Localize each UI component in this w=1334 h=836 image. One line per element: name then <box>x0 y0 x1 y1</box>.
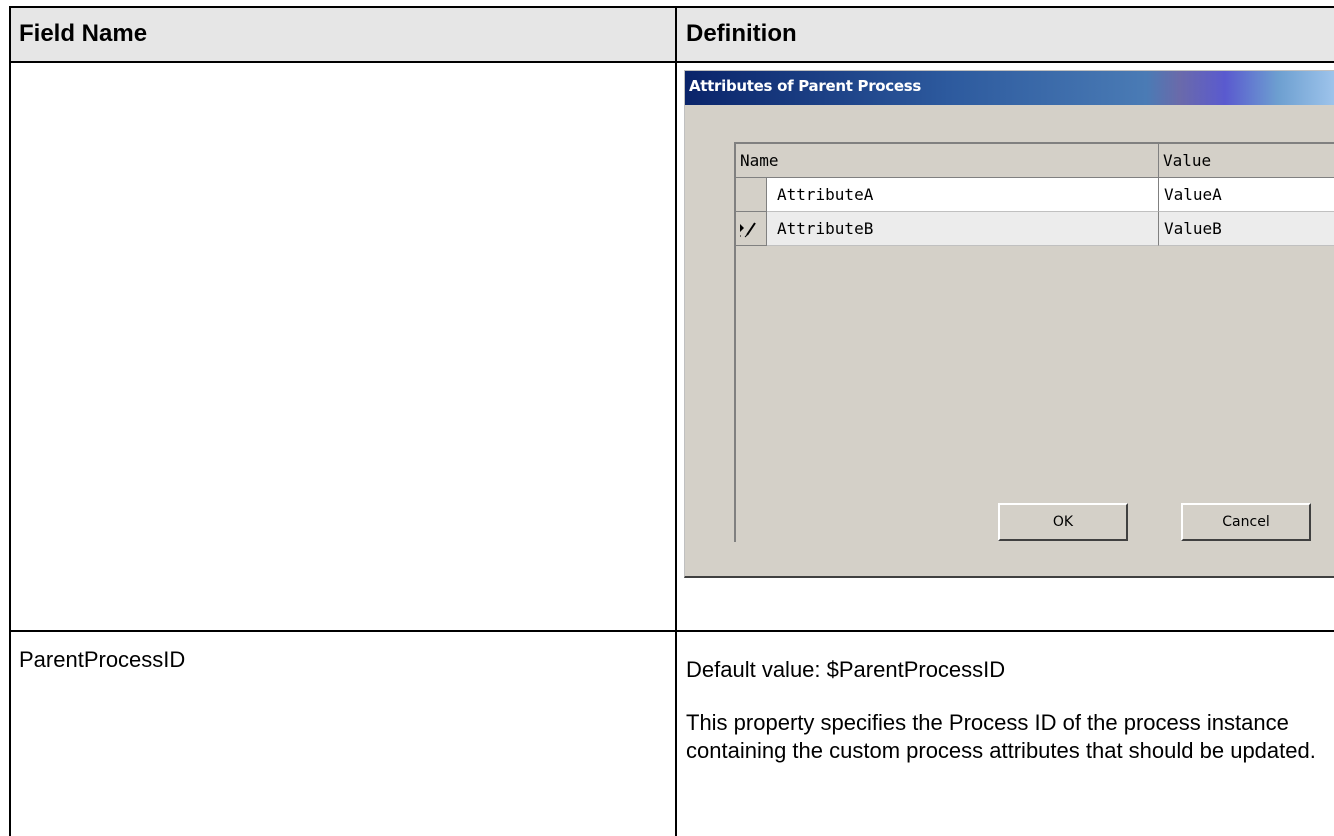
column-header-name[interactable]: Name <box>736 144 1159 178</box>
cancel-button-label: Cancel <box>1222 514 1270 530</box>
row2-description: This property specifies the Process ID o… <box>686 710 1316 763</box>
header-definition: Definition <box>676 6 1334 61</box>
header-field-name-label: Field Name <box>19 20 148 47</box>
table-border-left <box>9 6 11 836</box>
cell-attribute-name[interactable]: AttributeA <box>767 178 1159 212</box>
row-selector[interactable] <box>736 178 767 212</box>
grid-row-attribute-a[interactable]: AttributeA ValueA <box>736 178 1334 212</box>
attributes-grid[interactable]: Name Value AttributeA ValueA AttributeB … <box>734 142 1334 544</box>
column-header-value-label: Value <box>1163 151 1212 170</box>
cell-attribute-value[interactable]: ValueB <box>1159 212 1334 246</box>
cell-attribute-value[interactable]: ValueA <box>1159 178 1334 212</box>
dialog-title: Attributes of Parent Process <box>689 77 922 95</box>
cancel-button[interactable]: Cancel <box>1181 503 1311 541</box>
grid-row-attribute-b[interactable]: AttributeB ValueB <box>736 212 1334 246</box>
row2-field-name: ParentProcessID <box>19 647 186 672</box>
grid-empty-area <box>736 246 1334 544</box>
row-selector-editing[interactable] <box>736 212 767 246</box>
header-field-name: Field Name <box>9 6 676 61</box>
ok-button[interactable]: OK <box>998 503 1128 541</box>
attributes-dialog: Attributes of Parent Process Name Value … <box>684 70 1334 578</box>
dialog-titlebar[interactable]: Attributes of Parent Process <box>685 71 1334 105</box>
ok-button-label: OK <box>1052 514 1074 530</box>
cell-attribute-name[interactable]: AttributeB <box>767 212 1159 246</box>
column-header-value[interactable]: Value <box>1159 144 1334 178</box>
table-border-top <box>9 6 1334 8</box>
table-border-middle <box>675 6 677 836</box>
row2-default-value: Default value: $ParentProcessID <box>686 657 1006 682</box>
table-border-row <box>9 630 1334 632</box>
table-border-header <box>9 61 1334 63</box>
header-definition-label: Definition <box>686 20 797 47</box>
column-header-name-label: Name <box>740 151 779 170</box>
